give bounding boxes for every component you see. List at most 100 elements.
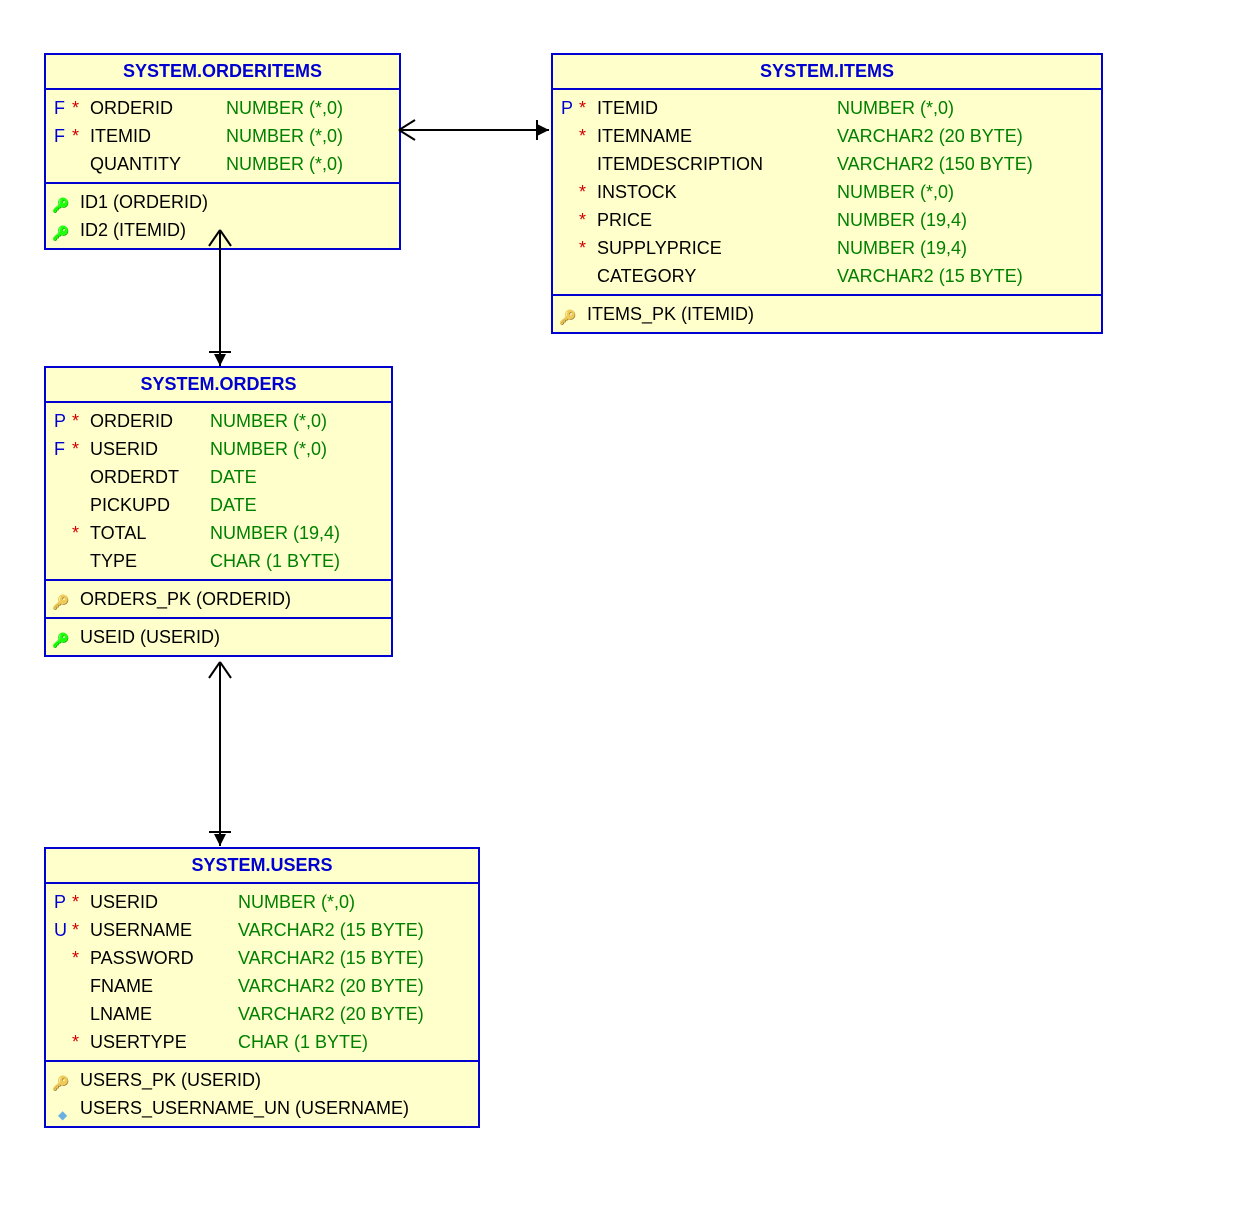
- index-row: USEID (USERID): [54, 623, 383, 651]
- required-indicator: *: [72, 407, 90, 435]
- column-row: ITEMDESCRIPTIONVARCHAR2 (150 BYTE): [561, 150, 1093, 178]
- required-indicator: *: [72, 435, 90, 463]
- required-indicator: *: [579, 206, 597, 234]
- index-row: ID1 (ORDERID): [54, 188, 391, 216]
- column-type: NUMBER (*,0): [226, 150, 343, 178]
- unique-icon: [54, 1101, 74, 1115]
- column-type: DATE: [210, 463, 257, 491]
- column-row: F * ITEMID NUMBER (*,0): [54, 122, 391, 150]
- index-text: USEID (USERID): [80, 623, 220, 651]
- column-name: ITEMID: [597, 94, 837, 122]
- column-row: FNAMEVARCHAR2 (20 BYTE): [54, 972, 470, 1000]
- key-indicator: P: [561, 94, 579, 122]
- entity-indexes-fk: USEID (USERID): [46, 617, 391, 655]
- required-indicator: *: [72, 1028, 90, 1056]
- column-type: NUMBER (*,0): [837, 178, 954, 206]
- column-type: VARCHAR2 (20 BYTE): [238, 972, 424, 1000]
- column-type: CHAR (1 BYTE): [210, 547, 340, 575]
- column-name: USERID: [90, 888, 238, 916]
- column-name: USERNAME: [90, 916, 238, 944]
- column-type: VARCHAR2 (15 BYTE): [837, 262, 1023, 290]
- column-name: LNAME: [90, 1000, 238, 1028]
- column-type: VARCHAR2 (15 BYTE): [238, 944, 424, 972]
- column-row: P*ITEMIDNUMBER (*,0): [561, 94, 1093, 122]
- column-type: NUMBER (*,0): [238, 888, 355, 916]
- fk-key-icon: [54, 195, 74, 209]
- column-name: ITEMNAME: [597, 122, 837, 150]
- required-indicator: *: [72, 94, 90, 122]
- index-text: ID1 (ORDERID): [80, 188, 208, 216]
- column-type: DATE: [210, 491, 257, 519]
- required-indicator: *: [579, 178, 597, 206]
- pk-key-icon: [561, 307, 581, 321]
- index-text: ORDERS_PK (ORDERID): [80, 585, 291, 613]
- column-row: *INSTOCKNUMBER (*,0): [561, 178, 1093, 206]
- column-name: SUPPLYPRICE: [597, 234, 837, 262]
- column-name: ORDERDT: [90, 463, 210, 491]
- index-row: ORDERS_PK (ORDERID): [54, 585, 383, 613]
- column-name: INSTOCK: [597, 178, 837, 206]
- column-name: ITEMDESCRIPTION: [597, 150, 837, 178]
- column-name: USERTYPE: [90, 1028, 238, 1056]
- column-row: *USERTYPECHAR (1 BYTE): [54, 1028, 470, 1056]
- required-indicator: *: [579, 122, 597, 150]
- column-row: *SUPPLYPRICENUMBER (19,4): [561, 234, 1093, 262]
- column-row: PICKUPDDATE: [54, 491, 383, 519]
- column-row: P*USERIDNUMBER (*,0): [54, 888, 470, 916]
- column-row: P*ORDERIDNUMBER (*,0): [54, 407, 383, 435]
- entity-indexes: ORDERS_PK (ORDERID): [46, 579, 391, 617]
- column-type: VARCHAR2 (20 BYTE): [238, 1000, 424, 1028]
- key-indicator: F: [54, 94, 72, 122]
- column-type: NUMBER (*,0): [210, 435, 327, 463]
- required-indicator: *: [579, 94, 597, 122]
- column-name: PICKUPD: [90, 491, 210, 519]
- entity-orders[interactable]: SYSTEM.ORDERS P*ORDERIDNUMBER (*,0) F*US…: [44, 366, 393, 657]
- column-name: QUANTITY: [90, 150, 226, 178]
- entity-title: SYSTEM.ITEMS: [553, 55, 1101, 90]
- key-indicator: P: [54, 888, 72, 916]
- pk-key-icon: [54, 592, 74, 606]
- required-indicator: *: [72, 916, 90, 944]
- entity-orderitems[interactable]: SYSTEM.ORDERITEMS F * ORDERID NUMBER (*,…: [44, 53, 401, 250]
- entity-title: SYSTEM.ORDERS: [46, 368, 391, 403]
- required-indicator: *: [72, 888, 90, 916]
- index-row: USERS_PK (USERID): [54, 1066, 470, 1094]
- column-name: CATEGORY: [597, 262, 837, 290]
- pk-key-icon: [54, 1073, 74, 1087]
- entity-items[interactable]: SYSTEM.ITEMS P*ITEMIDNUMBER (*,0) *ITEMN…: [551, 53, 1103, 334]
- required-indicator: *: [72, 519, 90, 547]
- column-type: NUMBER (19,4): [837, 234, 967, 262]
- column-name: ORDERID: [90, 407, 210, 435]
- entity-title: SYSTEM.ORDERITEMS: [46, 55, 399, 90]
- index-text: ID2 (ITEMID): [80, 216, 186, 244]
- key-indicator: F: [54, 122, 72, 150]
- column-type: NUMBER (*,0): [226, 122, 343, 150]
- entity-users[interactable]: SYSTEM.USERS P*USERIDNUMBER (*,0) U*USER…: [44, 847, 480, 1128]
- required-indicator: *: [72, 122, 90, 150]
- entity-columns: P*USERIDNUMBER (*,0) U*USERNAMEVARCHAR2 …: [46, 884, 478, 1060]
- index-row: ID2 (ITEMID): [54, 216, 391, 244]
- column-name: PRICE: [597, 206, 837, 234]
- relation-orderitems-items: [397, 110, 557, 150]
- entity-indexes: USERS_PK (USERID) USERS_USERNAME_UN (USE…: [46, 1060, 478, 1126]
- fk-key-icon: [54, 223, 74, 237]
- column-type: NUMBER (*,0): [837, 94, 954, 122]
- column-row: LNAMEVARCHAR2 (20 BYTE): [54, 1000, 470, 1028]
- column-type: VARCHAR2 (15 BYTE): [238, 916, 424, 944]
- column-name: TOTAL: [90, 519, 210, 547]
- column-type: NUMBER (*,0): [210, 407, 327, 435]
- key-indicator: P: [54, 407, 72, 435]
- required-indicator: *: [72, 944, 90, 972]
- column-type: CHAR (1 BYTE): [238, 1028, 368, 1056]
- index-text: USERS_PK (USERID): [80, 1066, 261, 1094]
- fk-key-icon: [54, 630, 74, 644]
- required-indicator: *: [579, 234, 597, 262]
- entity-columns: F * ORDERID NUMBER (*,0) F * ITEMID NUMB…: [46, 90, 399, 182]
- column-row: *PRICENUMBER (19,4): [561, 206, 1093, 234]
- column-row: ORDERDTDATE: [54, 463, 383, 491]
- index-row: USERS_USERNAME_UN (USERNAME): [54, 1094, 470, 1122]
- key-indicator: F: [54, 435, 72, 463]
- column-row: CATEGORYVARCHAR2 (15 BYTE): [561, 262, 1093, 290]
- column-name: PASSWORD: [90, 944, 238, 972]
- column-name: ITEMID: [90, 122, 226, 150]
